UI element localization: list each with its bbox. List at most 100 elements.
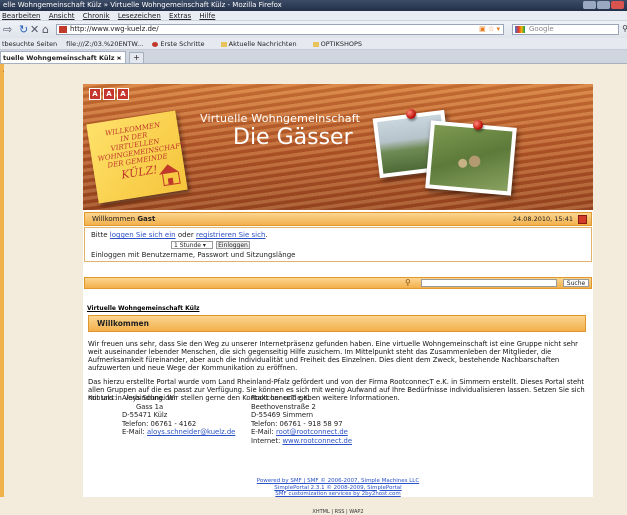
person-email-link[interactable]: aloys.schneider@kuelz.de xyxy=(147,428,235,436)
menu-lesezeichen[interactable]: Lesezeichen xyxy=(118,12,161,20)
welcome-prefix: Willkommen xyxy=(92,215,136,223)
bookmark-getting-started[interactable]: Erste Schritte xyxy=(152,40,211,48)
welcome-date: 24.08.2010, 15:41 xyxy=(512,215,573,223)
window-controls xyxy=(582,1,624,9)
web-label: Internet: xyxy=(251,436,281,445)
search-icon: ⚲ xyxy=(405,278,411,287)
site-favicon-icon xyxy=(59,26,67,33)
search-bar[interactable]: Google ⚲ xyxy=(512,24,627,35)
collapse-toggle-icon[interactable] xyxy=(578,215,587,224)
menu-bearbeiten[interactable]: Bearbeiten xyxy=(2,12,40,20)
google-icon xyxy=(515,26,525,33)
minimize-button[interactable] xyxy=(583,1,596,9)
pin-icon xyxy=(473,120,483,130)
bookmark-label: OPTIKSHOPS xyxy=(320,40,363,48)
person-email-row: E-Mail: aloys.schneider@kuelz.de xyxy=(122,428,235,437)
login-period: . xyxy=(265,231,268,239)
contact-label: Kontakt: xyxy=(88,394,117,402)
new-tab-button[interactable]: + xyxy=(129,52,144,64)
maximize-button[interactable] xyxy=(597,1,610,9)
login-note: Einloggen mit Benutzername, Passwort und… xyxy=(91,251,296,259)
window-titlebar: elle Wohngemeinschaft Külz » Virtuelle W… xyxy=(0,0,627,11)
postit-note: Willkommen in der virtuellen Wohngemeins… xyxy=(86,110,188,204)
welcome-user: Gast xyxy=(137,215,156,223)
person-name: Aloys Schneider xyxy=(122,394,177,402)
bookmark-news[interactable]: Aktuelle Nachrichten xyxy=(220,40,304,48)
site-subtitle: Virtuelle Wohngemeinschaft xyxy=(200,112,361,125)
url-text: http://www.vwg-kuelz.de/ xyxy=(70,25,159,33)
forward-arrow-icon[interactable]: ⇨ xyxy=(3,23,12,36)
site-search-input[interactable] xyxy=(421,279,557,287)
font-large-button[interactable]: A xyxy=(117,88,129,100)
login-or-text: oder xyxy=(177,231,194,239)
company-name: RootconnecT e.K. xyxy=(251,394,311,402)
folder-icon xyxy=(220,41,227,47)
menu-hilfe[interactable]: Hilfe xyxy=(199,12,215,20)
email-label: E-Mail: xyxy=(122,428,145,437)
company-web-link[interactable]: www.rootconnect.de xyxy=(282,437,352,445)
person-street: Gass 1a xyxy=(136,402,164,411)
welcome-bar: Willkommen Gast 24.08.2010, 15:41 xyxy=(84,212,592,226)
section-header: Willkommen xyxy=(88,315,586,332)
menu-bar: Bearbeiten Ansicht Chronik Lesezeichen E… xyxy=(0,11,627,21)
reload-icon[interactable]: ↻ xyxy=(19,23,28,36)
pin-icon xyxy=(406,109,416,119)
close-window-button[interactable] xyxy=(611,1,624,9)
bookmarks-bar: tbesuchte Seiten file:///Z:/03.%20ENTW..… xyxy=(0,38,627,50)
session-length-value: 1 Stunde xyxy=(174,242,201,249)
folder-icon xyxy=(312,41,319,47)
footer: Powered by SMF | SMF © 2006-2007, Simple… xyxy=(83,478,593,498)
photo-aerial xyxy=(425,120,517,196)
firefox-icon xyxy=(152,41,159,47)
rss-star-icon[interactable]: ▣ ☆ ▾ xyxy=(479,25,500,34)
contact-block: Kontakt: Aloys Schneider Gass 1a D-55471… xyxy=(88,394,586,458)
footer-links[interactable]: XHTML | RSS | WAP2 xyxy=(83,509,593,515)
person-phone: Telefon: 06761 - 4162 xyxy=(122,419,197,428)
email-label: E-Mail: xyxy=(251,428,274,437)
stop-icon[interactable]: ✕ xyxy=(30,23,39,36)
bookmark-label: Erste Schritte xyxy=(160,40,205,48)
register-link[interactable]: registrieren Sie sich xyxy=(196,231,265,239)
login-button[interactable]: Einloggen xyxy=(216,241,250,249)
navigation-toolbar: ⇨ ↻ ✕ ⌂ http://www.vwg-kuelz.de/ ▣ ☆ ▾ G… xyxy=(0,21,627,39)
aerial-village-image xyxy=(429,124,513,192)
bookmark-optikshops[interactable]: OPTIKSHOPS xyxy=(312,40,369,48)
window-title: elle Wohngemeinschaft Külz » Virtuelle W… xyxy=(3,1,282,9)
search-icon[interactable]: ⚲ xyxy=(622,24,627,33)
menu-extras[interactable]: Extras xyxy=(169,12,191,20)
intro-paragraph: Wir freuen uns sehr, dass Sie den Weg zu… xyxy=(88,340,578,372)
company-phone: Telefon: 06761 - 918 58 97 xyxy=(251,419,343,428)
contact-person: Aloys Schneider Gass 1a D-55471 Külz Tel… xyxy=(122,394,235,437)
menu-ansicht[interactable]: Ansicht xyxy=(49,12,75,20)
login-link[interactable]: loggen Sie sich ein xyxy=(110,231,176,239)
page-viewport: A A A Willkommen in der virtuellen Wohng… xyxy=(4,64,627,515)
tab-close-icon[interactable]: × xyxy=(117,52,122,64)
menu-chronik[interactable]: Chronik xyxy=(83,12,110,20)
site-title: Die Gässer xyxy=(233,125,353,150)
url-bar[interactable]: http://www.vwg-kuelz.de/ ▣ ☆ ▾ xyxy=(56,24,504,35)
search-button[interactable]: Suche xyxy=(563,279,589,287)
bookmark-label: Aktuelle Nachrichten xyxy=(228,40,297,48)
bookmark-file[interactable]: file:///Z:/03.%20ENTW... xyxy=(66,40,143,48)
house-icon xyxy=(162,171,181,187)
login-box: Bitte loggen Sie sich ein oder registrie… xyxy=(84,227,592,262)
font-small-button[interactable]: A xyxy=(89,88,101,100)
contact-company: RootconnecT e.K. Beethovenstraße 2 D-554… xyxy=(251,394,352,446)
tab-bar: tuelle Wohngemeinschaft Külz » ... × + xyxy=(0,50,627,74)
search-placeholder: Google xyxy=(529,25,554,33)
breadcrumb[interactable]: Virtuelle Wohngemeinschaft Külz xyxy=(87,305,200,312)
font-size-controls: A A A xyxy=(89,88,131,100)
site-container: A A A Willkommen in der virtuellen Wohng… xyxy=(83,84,593,515)
company-web-row: Internet: www.rootconnect.de xyxy=(251,437,352,446)
bookmark-most-visited[interactable]: tbesuchte Seiten xyxy=(2,40,57,48)
search-row: ⚲ Suche xyxy=(84,277,592,289)
tab-active[interactable]: tuelle Wohngemeinschaft Külz » ... × xyxy=(0,51,126,74)
login-text: Bitte xyxy=(91,231,108,239)
home-icon[interactable]: ⌂ xyxy=(42,23,49,36)
font-medium-button[interactable]: A xyxy=(103,88,115,100)
site-header: A A A Willkommen in der virtuellen Wohng… xyxy=(83,84,593,210)
company-street: Beethovenstraße 2 xyxy=(251,402,316,411)
company-city: D-55469 Simmern xyxy=(251,411,314,420)
company-email-link[interactable]: root@rootconnect.de xyxy=(276,428,348,436)
session-length-select[interactable]: 1 Stunde ▾ xyxy=(171,241,213,249)
